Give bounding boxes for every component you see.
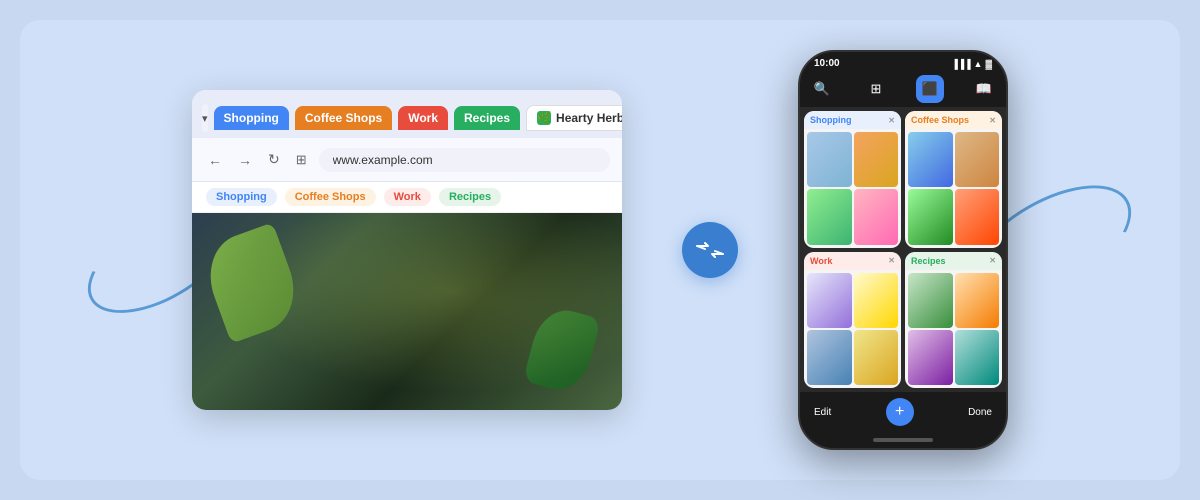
tab-group-work-close[interactable]: ✕	[888, 256, 895, 265]
phone-status-bar: 10:00 ▐▐▐ ▲ ▓	[800, 52, 1006, 71]
group-pill-work[interactable]: Work	[384, 188, 431, 206]
status-icons: ▐▐▐ ▲ ▓	[951, 59, 992, 69]
sync-icon	[695, 235, 725, 265]
thumb	[854, 132, 899, 187]
tab-group-card-coffee[interactable]: Coffee Shops ✕	[905, 111, 1002, 248]
tab-group-header-recipes: Recipes ✕	[905, 252, 1002, 270]
tab-recipes-label: Recipes	[464, 111, 510, 125]
tab-hearty-favicon: 🌿	[537, 111, 551, 125]
phone-home-indicator	[800, 434, 1006, 448]
phone-mockup: 10:00 ▐▐▐ ▲ ▓ 🔍 ⊞ ⬛ 📖 Shopping ✕	[798, 50, 1008, 450]
thumb	[807, 273, 852, 328]
thumb	[908, 273, 953, 328]
tab-work-label: Work	[408, 111, 438, 125]
back-button[interactable]: ←	[204, 150, 226, 170]
tab-group-card-work[interactable]: Work ✕	[804, 252, 901, 389]
tab-shopping-label: Shopping	[224, 111, 279, 125]
tab-group-header-work: Work ✕	[804, 252, 901, 270]
browser-tab-recipes[interactable]: Recipes	[454, 106, 520, 130]
thumb	[908, 330, 953, 385]
thumb	[908, 132, 953, 187]
phone-done-button[interactable]: Done	[968, 407, 992, 418]
phone-add-tab-button[interactable]: +	[886, 398, 914, 426]
address-input[interactable]	[319, 148, 610, 172]
browser-tab-bar: ▾ Shopping Coffee Shops Work Recipes 🌿 H…	[192, 90, 622, 138]
tab-group-recipes-close[interactable]: ✕	[989, 256, 996, 265]
tab-group-header-coffee: Coffee Shops ✕	[905, 111, 1002, 129]
phone-tabs-button[interactable]: ⬛	[916, 75, 944, 103]
tab-search-button[interactable]: ⊞	[292, 150, 311, 170]
battery-icon: ▓	[985, 59, 992, 69]
browser-address-bar: ← → ↻ ⊞	[192, 138, 622, 182]
thumb	[807, 330, 852, 385]
thumb	[955, 189, 1000, 244]
phone-bottom-bar: Edit + Done	[800, 392, 1006, 434]
tab-groups-row: Shopping Coffee Shops Work Recipes	[192, 182, 622, 213]
tab-group-shopping-thumbs	[804, 129, 901, 248]
phone-groups-button[interactable]: ⊞	[862, 75, 890, 103]
tab-group-shopping-label: Shopping	[810, 115, 852, 125]
home-indicator-bar	[873, 438, 933, 442]
tab-dropdown-button[interactable]: ▾	[202, 104, 208, 132]
tab-group-recipes-thumbs	[905, 270, 1002, 389]
tab-coffee-label: Coffee Shops	[305, 111, 382, 125]
thumb	[955, 132, 1000, 187]
tab-group-coffee-thumbs	[905, 129, 1002, 248]
phone-toolbar: 🔍 ⊞ ⬛ 📖	[800, 71, 1006, 107]
tab-group-work-thumbs	[804, 270, 901, 389]
thumb	[955, 273, 1000, 328]
phone-edit-button[interactable]: Edit	[814, 407, 831, 418]
thumb	[854, 273, 899, 328]
phone-search-button[interactable]: 🔍	[808, 75, 836, 103]
tab-hearty-label: Hearty Herb	[556, 111, 622, 125]
food-image	[192, 213, 622, 410]
status-time: 10:00	[814, 58, 840, 69]
browser-tab-work[interactable]: Work	[398, 106, 448, 130]
tab-group-card-recipes[interactable]: Recipes ✕	[905, 252, 1002, 389]
thumb	[807, 189, 852, 244]
tab-group-work-label: Work	[810, 256, 832, 266]
wifi-icon: ▲	[974, 59, 983, 69]
group-pill-shopping[interactable]: Shopping	[206, 188, 277, 206]
browser-tab-coffee[interactable]: Coffee Shops	[295, 106, 392, 130]
tab-group-header-shopping: Shopping ✕	[804, 111, 901, 129]
thumb	[807, 132, 852, 187]
tab-group-recipes-label: Recipes	[911, 256, 946, 266]
herb-decoration	[523, 304, 602, 397]
browser-content	[192, 213, 622, 410]
group-pill-recipes[interactable]: Recipes	[439, 188, 501, 206]
group-pill-coffee[interactable]: Coffee Shops	[285, 188, 376, 206]
tab-grid: Shopping ✕ Coffee Shops ✕	[800, 107, 1006, 392]
sync-arrow-button[interactable]	[682, 222, 738, 278]
browser-tab-shopping[interactable]: Shopping	[214, 106, 289, 130]
tab-group-coffee-close[interactable]: ✕	[989, 116, 996, 125]
tab-group-card-shopping[interactable]: Shopping ✕	[804, 111, 901, 248]
thumb	[955, 330, 1000, 385]
forward-button[interactable]: →	[234, 150, 256, 170]
phone-bookmarks-button[interactable]: 📖	[970, 75, 998, 103]
thumb	[854, 330, 899, 385]
thumb	[854, 189, 899, 244]
signal-icon: ▐▐▐	[951, 59, 970, 69]
tab-group-coffee-label: Coffee Shops	[911, 115, 969, 125]
tab-group-shopping-close[interactable]: ✕	[888, 116, 895, 125]
thumb	[908, 189, 953, 244]
browser-tab-hearty[interactable]: 🌿 Hearty Herb	[526, 105, 622, 131]
browser-mockup: ▾ Shopping Coffee Shops Work Recipes 🌿 H…	[192, 90, 622, 410]
reload-button[interactable]: ↻	[264, 149, 284, 170]
lime-decoration	[197, 222, 306, 343]
main-scene: ▾ Shopping Coffee Shops Work Recipes 🌿 H…	[20, 20, 1180, 480]
